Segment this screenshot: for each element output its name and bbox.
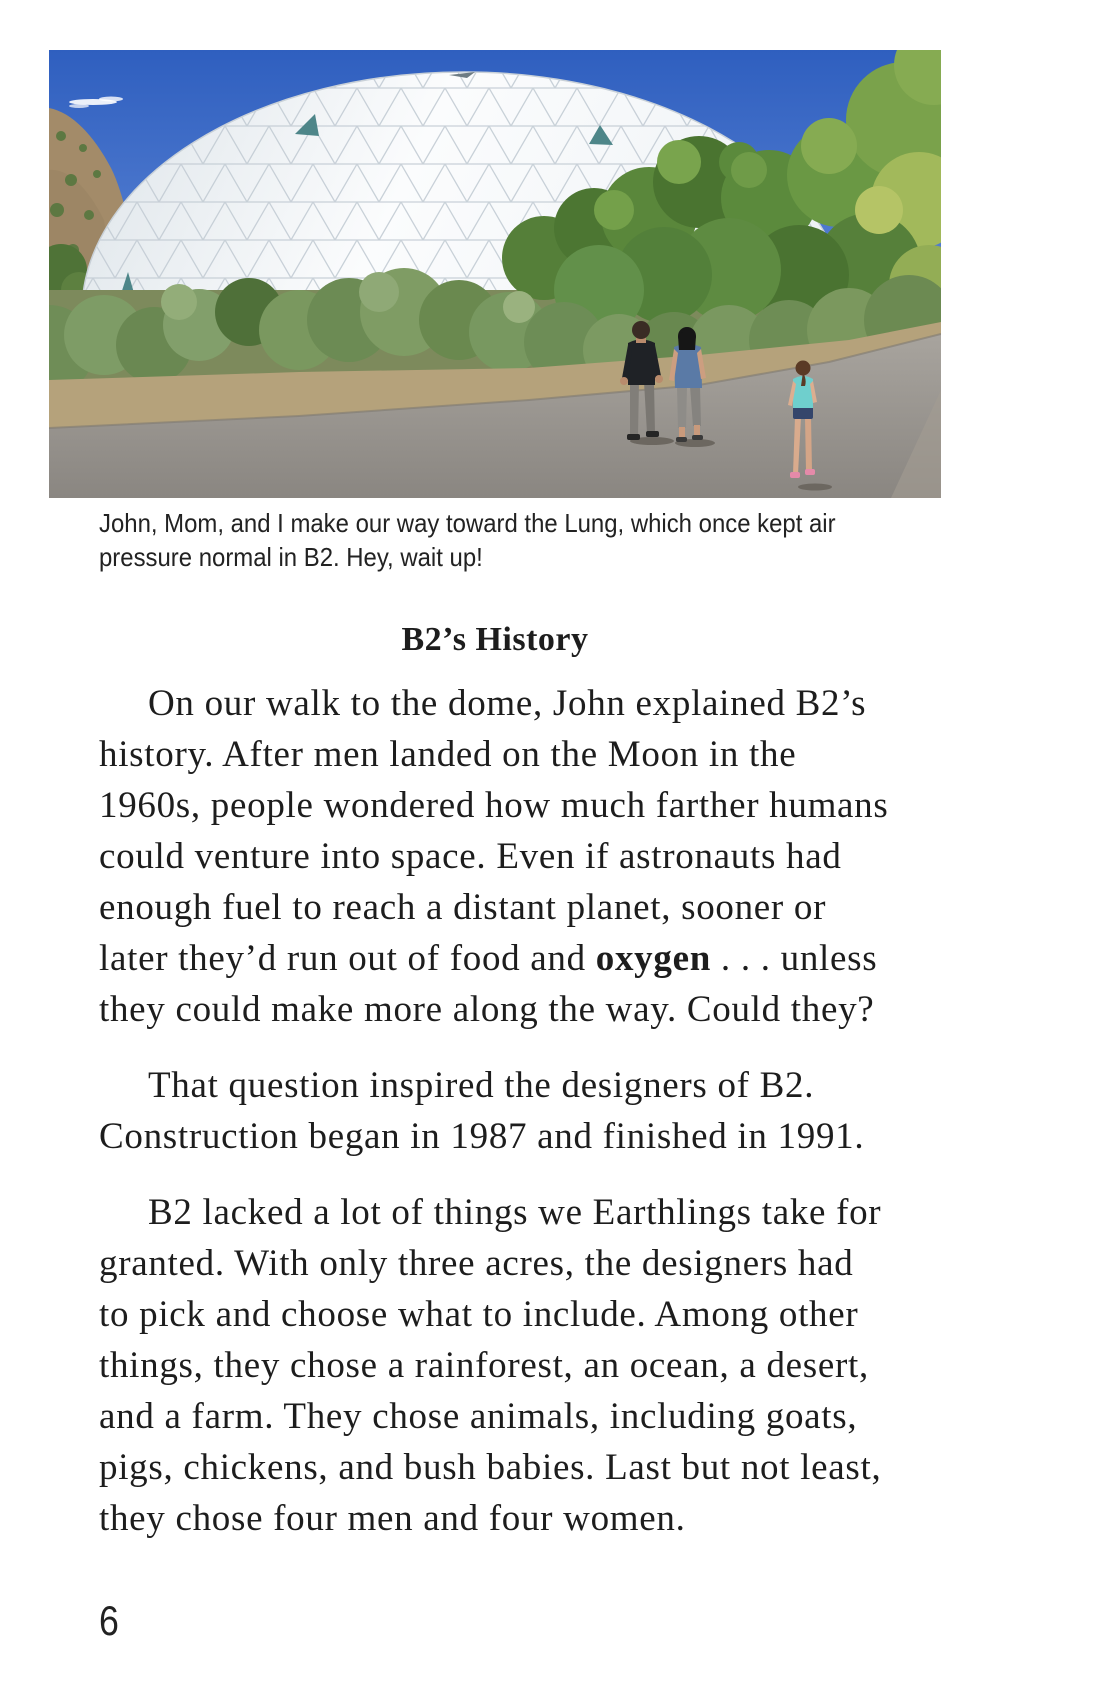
vocabulary-word: oxygen (595, 938, 711, 979)
book-page: John, Mom, and I make our way toward the… (0, 0, 1100, 1700)
text-line: they chose four men and four women. (99, 1498, 686, 1539)
paragraph-3: B2 lacked a lot of things we Earthlings … (99, 1187, 959, 1544)
text-line: 1960s, people wondered how much farther … (99, 785, 889, 826)
paragraph-2: That question inspired the designers of … (99, 1060, 959, 1162)
text-line: history. After men landed on the Moon in… (99, 734, 797, 775)
section-heading: B2’s History (401, 621, 589, 658)
text-line: and a farm. They chose animals, includin… (99, 1396, 858, 1437)
text-line: That question inspired the designers of … (148, 1065, 815, 1106)
caption-line: pressure normal in B2. Hey, wait up! (99, 542, 483, 572)
photo-caption: John, Mom, and I make our way toward the… (99, 506, 836, 574)
text-line: Construction began in 1987 and finished … (99, 1116, 865, 1157)
text-run: later they’d run out of food and (99, 938, 596, 979)
body-text: On our walk to the dome, John explained … (99, 678, 959, 1569)
page-number: 6 (99, 1597, 119, 1644)
caption-line: John, Mom, and I make our way toward the… (99, 508, 836, 538)
text-line: pigs, chickens, and bush babies. Last bu… (99, 1447, 882, 1488)
text-line: they could make more along the way. Coul… (99, 989, 875, 1030)
text-line: things, they chose a rainforest, an ocea… (99, 1345, 869, 1386)
text-line: later they’d run out of food and oxygen … (99, 933, 959, 984)
text-line: could venture into space. Even if astron… (99, 836, 842, 877)
text-line: granted. With only three acres, the desi… (99, 1243, 854, 1284)
paragraph-1: On our walk to the dome, John explained … (99, 678, 959, 1035)
text-line: enough fuel to reach a distant planet, s… (99, 887, 827, 928)
text-line: to pick and choose what to include. Amon… (99, 1294, 859, 1335)
biosphere-dome-photo (49, 50, 941, 498)
text-run: . . . unless (710, 938, 878, 979)
text-line: B2 lacked a lot of things we Earthlings … (148, 1192, 882, 1233)
photo-figure (49, 50, 941, 498)
text-line: On our walk to the dome, John explained … (148, 683, 867, 724)
